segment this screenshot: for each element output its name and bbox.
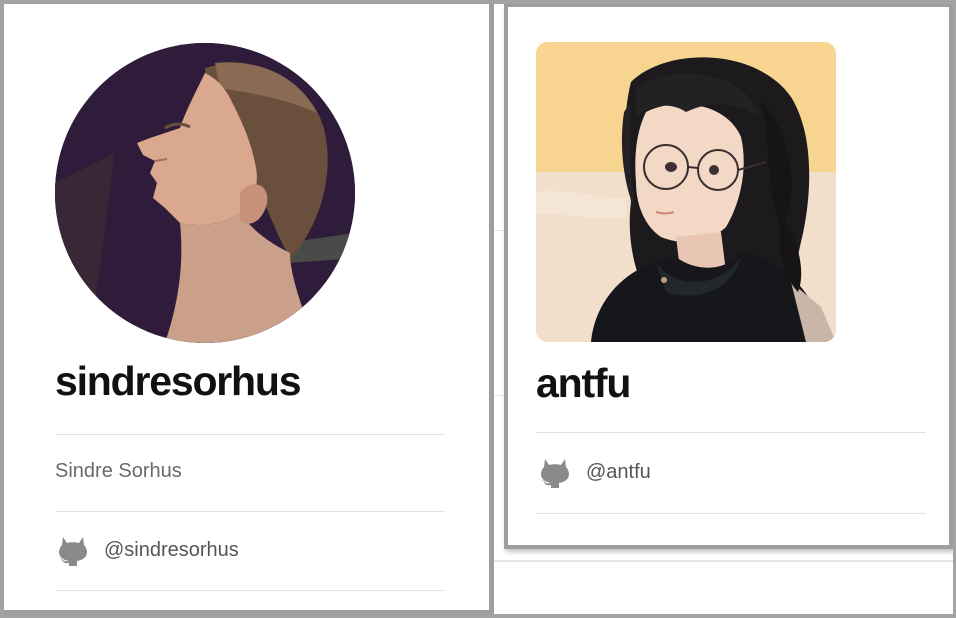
divider [55,590,445,591]
github-link[interactable]: @antfu [540,456,651,488]
avatar-illustration-icon [536,42,836,342]
divider [536,432,926,433]
profile-card-sindresorhus: sindresorhus Sindre Sorhus @sindresorhus [0,0,494,614]
github-handle: @antfu [586,460,651,483]
github-handle: @sindresorhus [104,538,239,561]
divider [55,511,445,512]
avatar-photo-icon [55,43,355,343]
github-link[interactable]: @sindresorhus [58,534,239,566]
github-icon [541,459,569,488]
avatar [55,43,355,343]
avatar [536,42,836,342]
divider [536,513,926,514]
github-icon [59,537,87,566]
profile-card-antfu: antfu @antfu [504,3,953,549]
divider [55,434,445,435]
profile-full-name: Sindre Sorhus [55,460,182,482]
background-divider [494,560,954,562]
profile-username: sindresorhus [55,358,302,404]
profile-username: antfu [536,360,631,406]
